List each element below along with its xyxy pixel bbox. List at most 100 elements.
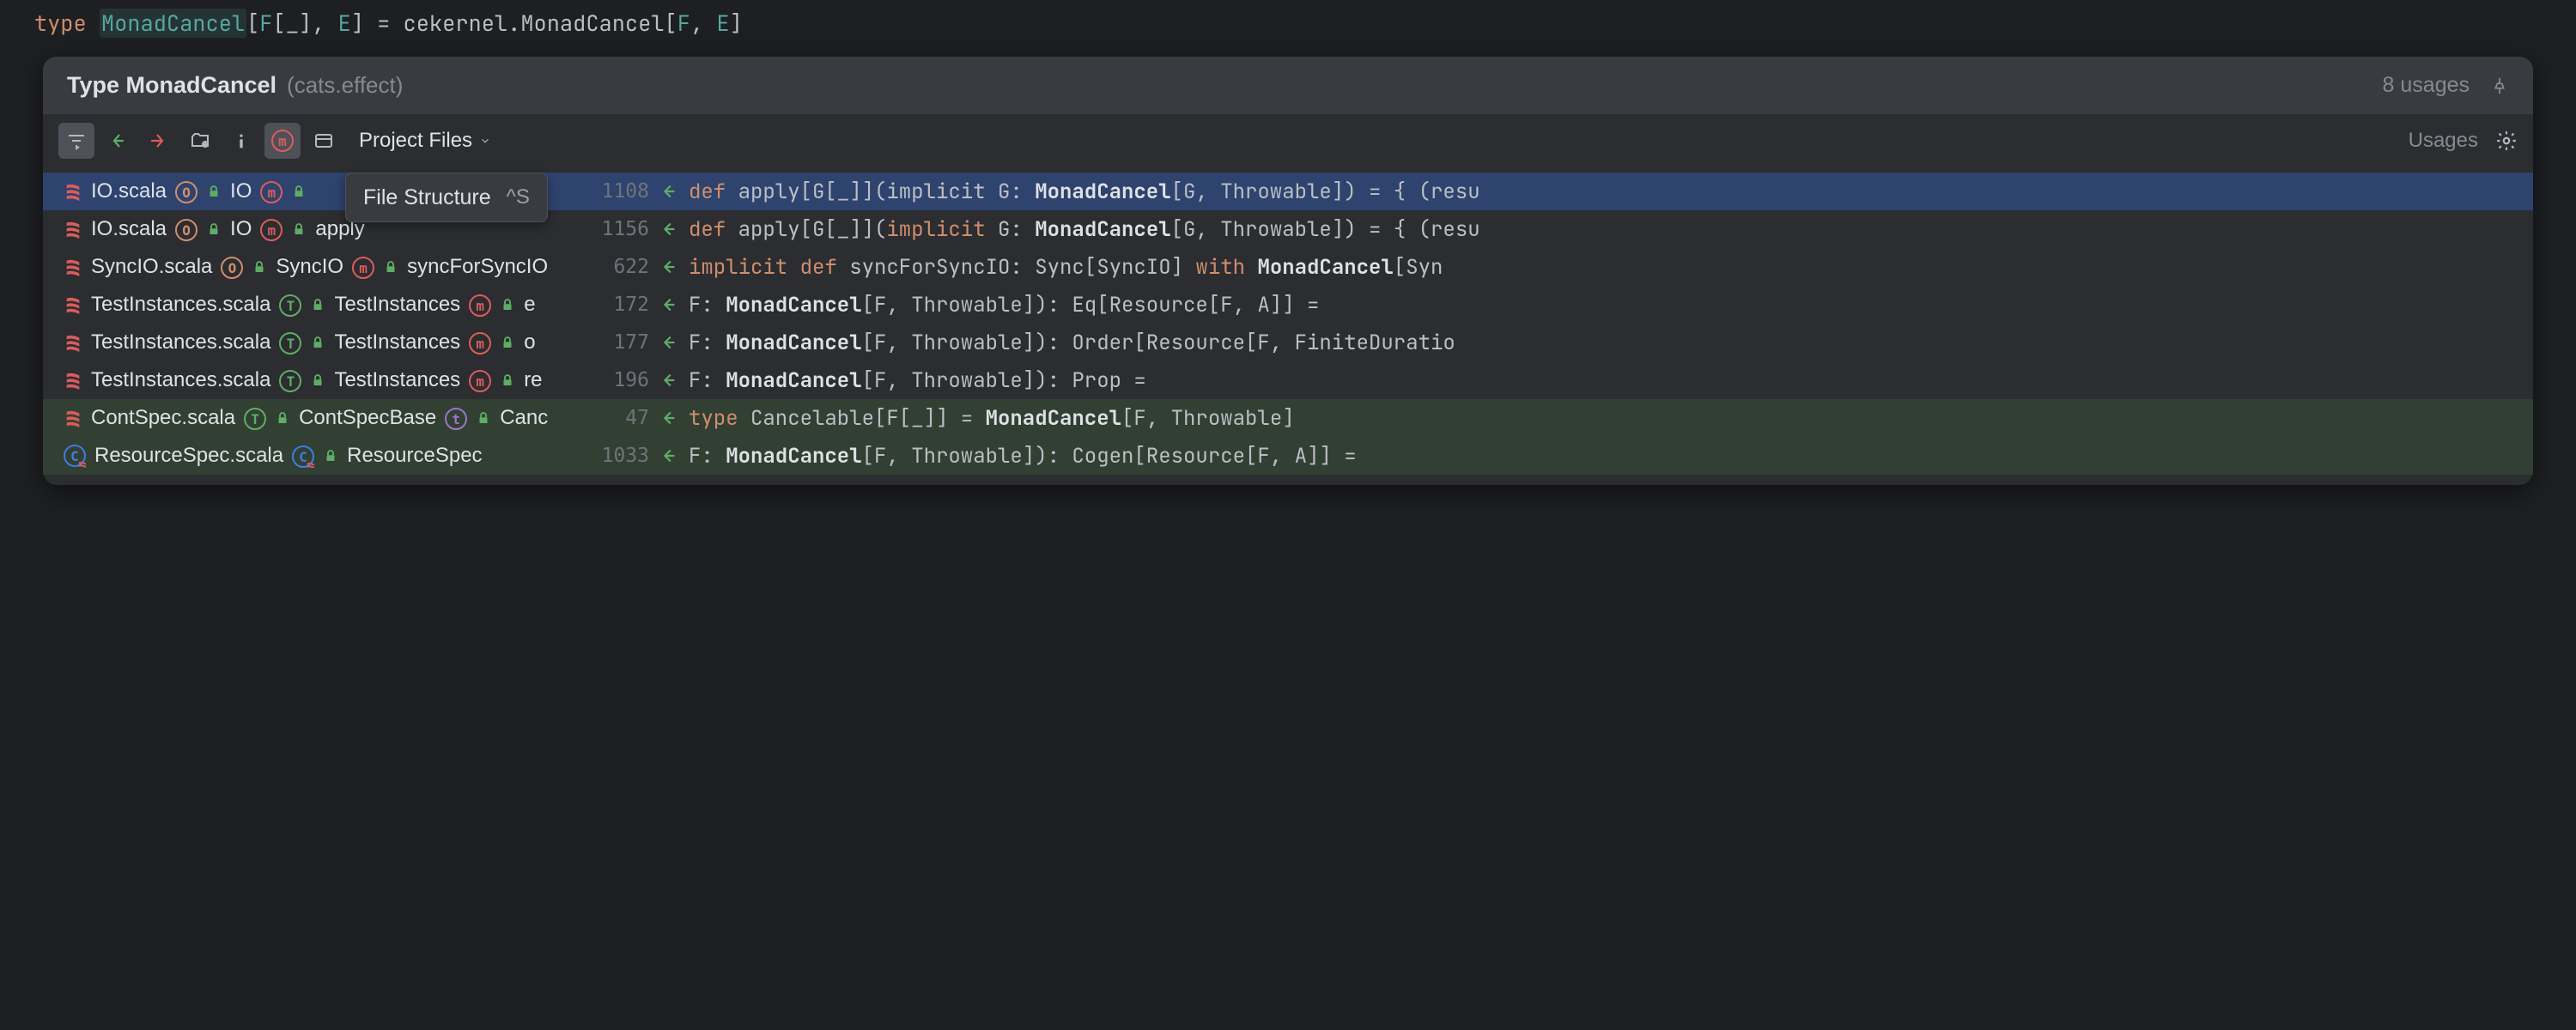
result-row[interactable]: IO.scalaOIOm1108def apply[G[_]](implicit…	[43, 173, 2533, 210]
tooltip-shortcut: ^S	[507, 185, 530, 209]
member-name: Canc	[500, 406, 548, 430]
code-preview: F: MonadCancel[F, Throwable]): Prop =	[689, 367, 2512, 394]
lock-icon	[323, 448, 338, 464]
line-number: 196	[589, 369, 649, 391]
chevron-down-icon	[479, 135, 491, 147]
navigate-icon	[659, 371, 678, 390]
symbol-badge: m	[469, 368, 491, 393]
symbol-badge: t	[445, 406, 467, 431]
file-name: TestInstances.scala	[91, 368, 270, 392]
results-list: IO.scala O IO m 1108 def apply[G[_]](implicit…	[43, 167, 2533, 485]
lock-icon	[291, 221, 307, 237]
navigate-icon	[659, 295, 678, 314]
result-row[interactable]: CResourceSpec.scalaCResourceSpec1033F: M…	[43, 437, 2533, 475]
navigate-icon	[659, 220, 678, 239]
lock-icon	[252, 259, 267, 275]
next-occurrence-button[interactable]	[141, 123, 177, 159]
navigate-icon	[659, 409, 678, 427]
file-name: ResourceSpec.scala	[94, 444, 283, 468]
editor-code-line[interactable]: type MonadCancel[F[_], E] = cekernel.Mon…	[0, 0, 2576, 46]
symbol-badge: T	[279, 330, 301, 355]
member-name: syncForSyncIO	[407, 255, 548, 279]
file-name: TestInstances.scala	[91, 330, 270, 354]
lock-icon	[310, 335, 325, 350]
class-name: IO	[230, 217, 252, 241]
file-name: SyncIO.scala	[91, 255, 212, 279]
lock-icon	[310, 297, 325, 312]
lock-icon	[500, 335, 515, 350]
class-name: TestInstances	[334, 368, 460, 392]
file-structure-tooltip: File Structure ^S	[345, 173, 548, 222]
code-preview: F: MonadCancel[F, Throwable]): Order[Res…	[689, 330, 2512, 356]
symbol-badge: T	[279, 368, 301, 393]
new-folder-button[interactable]	[182, 123, 218, 159]
panel-button[interactable]	[306, 123, 342, 159]
symbol-badge: m	[260, 179, 283, 204]
prev-occurrence-button[interactable]	[100, 123, 136, 159]
line-number: 1033	[589, 445, 649, 467]
popup-toolbar: m Project Files Usages	[43, 114, 2533, 167]
symbol-badge: m	[469, 330, 491, 355]
lock-icon	[310, 373, 325, 388]
navigate-icon	[659, 446, 678, 465]
info-button[interactable]	[223, 123, 259, 159]
file-name: ContSpec.scala	[91, 406, 235, 430]
navigate-icon	[659, 258, 678, 276]
result-row[interactable]: ContSpec.scalaTContSpecBasetCanc47type C…	[43, 399, 2533, 437]
filter-button[interactable]	[58, 123, 94, 159]
file-name: IO.scala	[91, 179, 167, 203]
navigate-icon	[659, 182, 678, 201]
symbol-badge: T	[244, 406, 266, 431]
scope-dropdown[interactable]: Project Files	[347, 123, 503, 159]
symbol-badge: m	[260, 217, 283, 242]
result-row[interactable]: TestInstances.scalaTTestInstancesmo177F:…	[43, 324, 2533, 361]
class-name: ResourceSpec	[347, 444, 482, 468]
code-preview: F: MonadCancel[F, Throwable]): Eq[Resour…	[689, 292, 2512, 318]
member-name: o	[524, 330, 535, 354]
result-row[interactable]: TestInstances.scala T TestInstances m re 196 F…	[43, 361, 2533, 399]
result-row[interactable]: TestInstances.scala T TestInstances m e 172 F:…	[43, 286, 2533, 324]
popup-title: Type MonadCancel	[67, 72, 276, 99]
member-name: e	[524, 293, 535, 317]
symbol-badge: C	[292, 444, 314, 469]
symbol-badge: O	[175, 217, 197, 242]
lock-icon	[500, 297, 515, 312]
file-name: TestInstances.scala	[91, 293, 270, 317]
line-number: 1108	[589, 180, 649, 203]
file-name: IO.scala	[91, 217, 167, 241]
code-preview: F: MonadCancel[F, Throwable]): Cogen[Res…	[689, 443, 2512, 470]
class-name: ContSpecBase	[299, 406, 436, 430]
lock-icon	[206, 184, 222, 199]
lock-icon	[383, 259, 398, 275]
class-name: IO	[230, 179, 252, 203]
symbol-badge: m	[469, 293, 491, 318]
code-preview: implicit def syncForSyncIO: Sync[SyncIO]…	[689, 254, 2512, 281]
class-name: SyncIO	[276, 255, 343, 279]
line-number: 172	[589, 294, 649, 316]
code-preview: def apply[G[_]](implicit G: MonadCancel[…	[689, 216, 2512, 243]
symbol-badge: T	[279, 293, 301, 318]
result-row[interactable]: SyncIO.scala O SyncIO m syncForSyncIO 622 impl…	[43, 248, 2533, 286]
pin-icon[interactable]	[2490, 76, 2509, 95]
usages-label[interactable]: Usages	[2409, 129, 2478, 153]
lock-icon	[500, 373, 515, 388]
lock-icon	[291, 184, 307, 199]
symbol-badge: O	[221, 255, 243, 280]
usage-count: 8 usages	[2383, 73, 2470, 98]
lock-icon	[275, 410, 290, 426]
symbol-badge: O	[175, 179, 197, 204]
member-name: re	[524, 368, 542, 392]
m-toggle-button[interactable]: m	[264, 123, 301, 159]
code-preview: type Cancelable[F[_]] = MonadCancel[F, T…	[689, 405, 2512, 432]
navigate-icon	[659, 333, 678, 352]
tooltip-text: File Structure	[363, 185, 491, 210]
class-name: TestInstances	[334, 293, 460, 317]
lock-icon	[476, 410, 491, 426]
line-number: 177	[589, 331, 649, 354]
gear-icon[interactable]	[2495, 130, 2518, 152]
lock-icon	[206, 221, 222, 237]
scope-label: Project Files	[359, 129, 472, 153]
symbol-badge: m	[352, 255, 374, 280]
line-number: 622	[589, 256, 649, 278]
usages-popup: Type MonadCancel (cats.effect) 8 usages	[43, 57, 2533, 485]
